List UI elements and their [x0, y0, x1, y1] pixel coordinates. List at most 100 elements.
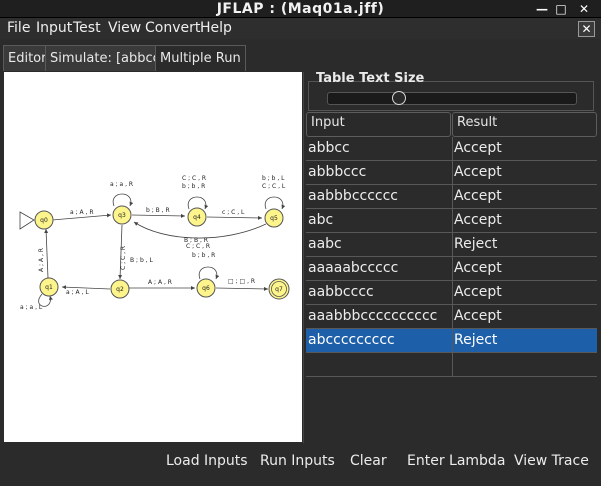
table-row[interactable]: abbbccc Accept: [306, 161, 597, 185]
action-bar: Load Inputs Run Inputs Clear Enter Lambd…: [0, 446, 601, 476]
window-title: JFLAP : (Maq01a.jff): [216, 1, 385, 17]
cell-input[interactable]: abccccccccc: [308, 329, 452, 353]
edge-q3-self: [112, 193, 134, 207]
cell-input[interactable]: abc: [308, 209, 452, 233]
cell-input[interactable]: aaaaabccccc: [308, 257, 452, 281]
menu-file[interactable]: File: [7, 20, 30, 36]
load-inputs-button[interactable]: Load Inputs: [166, 453, 248, 469]
cell-result: Accept: [452, 257, 597, 281]
text-size-slider[interactable]: [327, 91, 577, 105]
cell-input[interactable]: aaabbbcccccccccc: [308, 305, 452, 329]
cell-input[interactable]: aabc: [308, 233, 452, 257]
state-q7-final[interactable]: q7: [268, 278, 290, 300]
close-document-icon[interactable]: ✕: [578, 21, 595, 37]
table-row[interactable]: aaaaabccccc Accept: [306, 257, 597, 281]
run-inputs-button[interactable]: Run Inputs: [260, 453, 335, 469]
state-q0[interactable]: q0: [34, 210, 54, 230]
edge-q1-q0: [44, 228, 49, 279]
clear-button[interactable]: Clear: [350, 453, 387, 469]
tab-simulate[interactable]: Simulate: [abbcc]: [45, 45, 170, 71]
label-q6-self-2: b ; b , R: [192, 252, 215, 259]
label-q4-q5: c ; C , L: [222, 209, 245, 216]
title-bar: JFLAP : (Maq01a.jff) — □ ✕: [0, 0, 601, 18]
tab-multiple-run[interactable]: Multiple Run: [155, 45, 246, 71]
cell-result: Reject: [452, 233, 597, 257]
cell-input[interactable]: abbbccc: [308, 161, 452, 185]
cell-result: Accept: [452, 185, 597, 209]
label-q4-self-1: C ; C , R: [182, 175, 206, 182]
cell-result: Accept: [452, 305, 597, 329]
svg-text:q2: q2: [116, 286, 124, 293]
label-q1-q0: A ; A , R: [38, 248, 45, 272]
svg-text:q5: q5: [270, 215, 278, 222]
cell-result: Accept: [452, 209, 597, 233]
menu-input[interactable]: Input: [36, 20, 72, 36]
label-q3-q2-1: C ; C , R: [120, 246, 127, 270]
cell-result: Accept: [452, 137, 597, 161]
label-q3-q4: b ; B , R: [146, 207, 170, 214]
svg-text:q3: q3: [118, 212, 126, 219]
edge-q6-q7: [215, 286, 269, 291]
menu-help[interactable]: Help: [200, 20, 232, 36]
cell-input[interactable]: [308, 353, 452, 377]
slider-knob[interactable]: [392, 91, 406, 105]
table-row[interactable]: aabbcccc Accept: [306, 281, 597, 305]
enter-lambda-button[interactable]: Enter Lambda: [407, 453, 505, 469]
automaton-diagram: a ; A , R a ; a , R b ; B , R C ; C , R …: [19, 175, 290, 311]
text-size-title: Table Text Size: [316, 71, 425, 86]
cell-input[interactable]: aabbbcccccc: [308, 185, 452, 209]
column-header-result[interactable]: Result: [452, 112, 597, 137]
label-q1-self: a ; a , L: [20, 304, 43, 311]
label-q4-self-2: b ; b , R: [182, 183, 205, 190]
state-q4[interactable]: q4: [187, 207, 207, 227]
column-header-input[interactable]: Input: [306, 112, 451, 137]
state-q5[interactable]: q5: [264, 208, 284, 228]
label-q6-q7: □ ; □ , R: [228, 278, 255, 285]
edge-q3-q4: [131, 213, 186, 218]
svg-text:q0: q0: [40, 217, 48, 224]
svg-text:q4: q4: [193, 214, 201, 221]
start-state-marker: [19, 211, 35, 230]
state-q3[interactable]: q3: [112, 205, 132, 225]
table-row[interactable]: abccccccccc Reject: [306, 329, 597, 353]
edge-q4-q5: [206, 215, 263, 220]
label-q3-q2-2: B ; b , L: [130, 257, 153, 264]
label-q5-self-2: C ; C , L: [262, 183, 286, 190]
state-q1[interactable]: q1: [39, 277, 59, 297]
svg-text:q1: q1: [45, 284, 53, 291]
cell-result: Accept: [452, 281, 597, 305]
state-q6[interactable]: q6: [196, 278, 216, 298]
svg-text:q6: q6: [202, 285, 210, 292]
edge-q6-self: [198, 266, 220, 280]
cell-result: Reject: [452, 329, 597, 353]
state-q2[interactable]: q2: [110, 279, 130, 299]
cell-result: Accept: [452, 161, 597, 185]
label-q5-self-1: b ; b , L: [262, 175, 285, 182]
table-row[interactable]: abbcc Accept: [306, 137, 597, 161]
label-q2-q6: A ; A , R: [148, 279, 172, 286]
cell-input[interactable]: abbcc: [308, 137, 452, 161]
table-row[interactable]: aabc Reject: [306, 233, 597, 257]
view-trace-button[interactable]: View Trace: [514, 453, 589, 469]
label-q2-q1: a ; A , L: [66, 289, 89, 296]
menu-convert[interactable]: Convert: [145, 20, 200, 36]
cell-input[interactable]: aabbcccc: [308, 281, 452, 305]
table-row[interactable]: abc Accept: [306, 209, 597, 233]
label-q0-q3: a ; A , R: [70, 209, 94, 216]
menu-test[interactable]: Test: [73, 20, 101, 36]
label-q6-self-1: C ; C , R: [186, 243, 210, 250]
table-row[interactable]: aabbbcccccc Accept: [306, 185, 597, 209]
automaton-canvas[interactable]: a ; A , R a ; a , R b ; B , R C ; C , R …: [4, 72, 302, 442]
svg-text:q7: q7: [275, 286, 283, 293]
menu-bar: File Input Test View Convert Help: [0, 18, 601, 39]
menu-view[interactable]: View: [108, 20, 141, 36]
table-row[interactable]: aaabbbcccccccccc Accept: [306, 305, 597, 329]
close-window-icon[interactable]: ✕: [576, 1, 592, 17]
edge-q5-self: [264, 196, 286, 210]
maximize-icon[interactable]: □: [553, 1, 569, 17]
label-q3-self: a ; a , R: [110, 181, 133, 188]
table-row[interactable]: [306, 353, 597, 377]
minimize-icon[interactable]: —: [534, 1, 550, 17]
panel-divider[interactable]: [303, 72, 304, 443]
cell-result: [452, 353, 597, 377]
